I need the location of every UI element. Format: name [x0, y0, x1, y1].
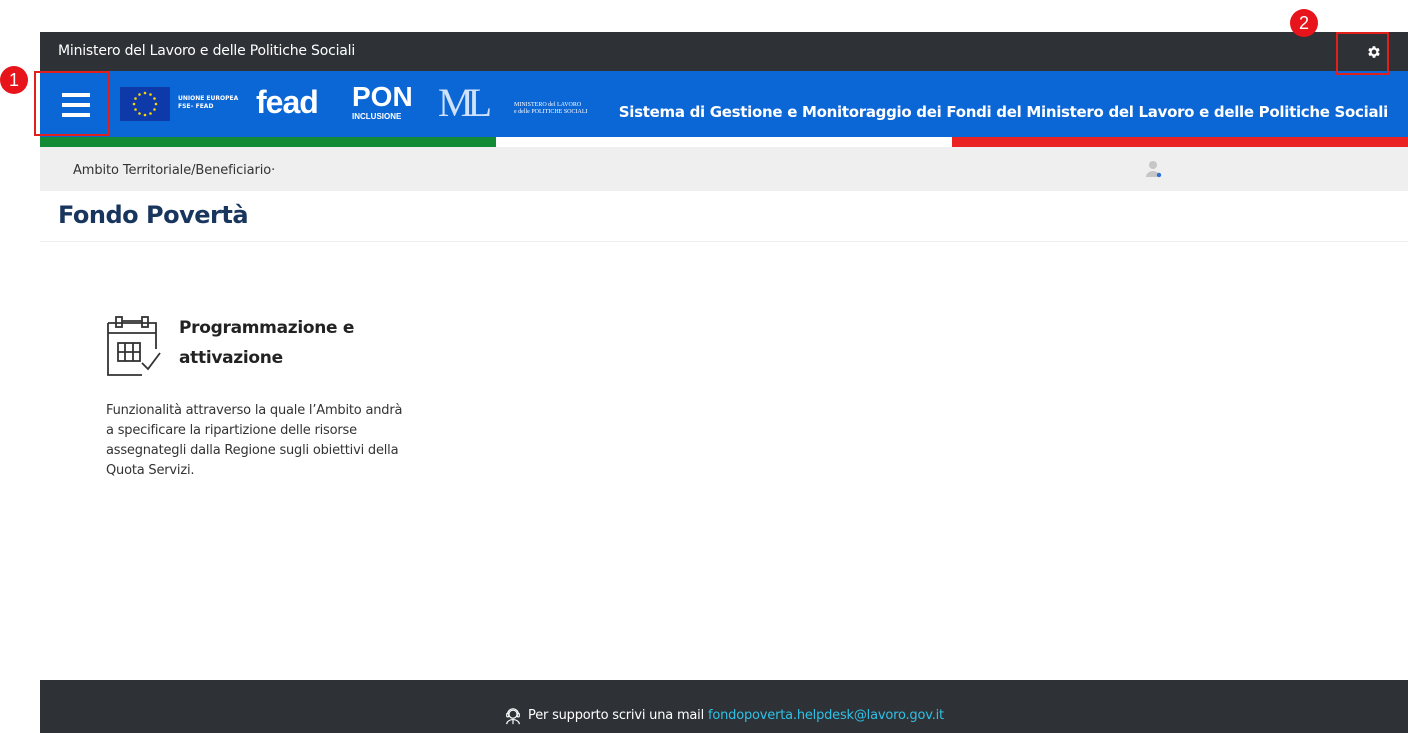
card-description: Funzionalità attraverso la quale l’Ambit…: [106, 401, 466, 481]
page-title: Fondo Povertà: [58, 201, 249, 229]
breadcrumb: Ambito Territoriale/Beneficiario·: [73, 163, 276, 178]
partner-logos: UNIONE EUROPEA FSE– FEAD fead PON INCLUS…: [120, 83, 620, 123]
card-title[interactable]: Programmazione e attivazione: [179, 313, 354, 373]
card-description-line: assegnategli dalla Regione sugli obietti…: [106, 443, 399, 458]
pon-logo-subtext: INCLUSIONE: [352, 112, 402, 121]
card-title-line2: attivazione: [179, 348, 283, 368]
pon-logo-text: PON: [352, 81, 413, 112]
card-title-line1: Programmazione e: [179, 318, 355, 338]
italian-flag-strip: [40, 137, 1408, 147]
page: Ministero del Lavoro e delle Politiche S…: [0, 0, 1408, 733]
eu-logo-line1: UNIONE EUROPEA: [178, 95, 239, 102]
annotation-badge-2: 2: [1290, 9, 1318, 37]
annotation-badge-1: 1: [0, 66, 28, 94]
title-divider: [40, 241, 1408, 242]
support-text: Per supporto scrivi una mail: [528, 708, 705, 723]
ministry-logo-text: MINISTERO del LAVORO e delle POLITICHE S…: [514, 102, 588, 116]
card-description-line: a specificare la ripartizione delle riso…: [106, 423, 357, 438]
top-bar: Ministero del Lavoro e delle Politiche S…: [40, 32, 1408, 71]
ministry-logo-line1: MINISTERO del LAVORO: [514, 102, 582, 108]
support-email-link[interactable]: fondopoverta.helpdesk@lavoro.gov.it: [708, 707, 944, 725]
fead-logo: fead: [256, 84, 319, 120]
eu-stars-icon: [132, 91, 158, 117]
app-header: UNIONE EUROPEA FSE– FEAD fead PON INCLUS…: [40, 71, 1408, 137]
calendar-check-icon: [106, 313, 170, 377]
card-description-line: Funzionalità attraverso la quale l’Ambit…: [106, 403, 403, 418]
eu-logo-text: UNIONE EUROPEA FSE– FEAD: [178, 95, 238, 111]
flag-red: [952, 137, 1408, 147]
system-title: Sistema di Gestione e Monitoraggio dei F…: [618, 103, 1389, 121]
programmazione-card[interactable]: Programmazione e attivazione Funzionalit…: [106, 313, 466, 503]
footer: Per supporto scrivi una mail fondopovert…: [40, 680, 1408, 733]
eu-flag-logo: [120, 87, 170, 121]
ministry-name: Ministero del Lavoro e delle Politiche S…: [58, 43, 356, 59]
flag-white: [496, 137, 952, 147]
support-agent-icon: [506, 708, 520, 725]
ministry-logo-line2: e delle POLITICHE SOCIALI: [514, 109, 588, 115]
support-message: Per supporto scrivi una mail fondopovert…: [40, 707, 1408, 725]
flag-green: [40, 137, 496, 147]
ministry-logo-mark: ML: [438, 80, 492, 125]
annotation-box-menu: [34, 71, 110, 136]
card-description-line: Quota Servizi.: [106, 463, 195, 478]
user-icon: [1146, 161, 1162, 178]
pon-inclusione-logo: PON INCLUSIONE: [352, 83, 413, 122]
eu-logo-line2: FSE– FEAD: [178, 103, 214, 110]
user-avatar[interactable]: [1144, 159, 1164, 179]
annotation-box-settings: [1336, 32, 1389, 75]
breadcrumb-bar: Ambito Territoriale/Beneficiario·: [40, 147, 1408, 191]
